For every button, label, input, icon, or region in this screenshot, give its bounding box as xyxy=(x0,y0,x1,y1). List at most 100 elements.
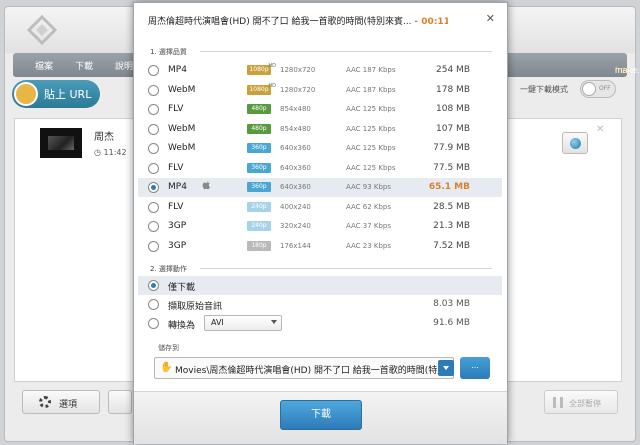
resolution-label: 640x360 xyxy=(280,183,311,191)
action-extract-audio[interactable]: 擷取原始音訊 8.03 MB xyxy=(138,295,502,314)
menu-download[interactable]: 下載 xyxy=(75,59,93,72)
action-download-only[interactable]: 僅下載 xyxy=(138,276,502,295)
audio-label: AAC 125 Kbps xyxy=(346,105,396,113)
format-label: FLV xyxy=(168,104,184,114)
quality-row[interactable]: FLV 480p 854x480 AAC 125 Kbps 108 MB xyxy=(138,100,502,119)
quality-badge: 360p xyxy=(247,162,271,173)
size-label: 21.3 MB xyxy=(433,221,470,231)
size-label: 107 MB xyxy=(436,123,470,134)
resolution-label: 854x480 xyxy=(280,124,311,133)
size-label: 65.1 MB xyxy=(428,182,470,192)
queue-item-title: 周杰 xyxy=(94,132,114,143)
format-label: WebM xyxy=(168,84,196,95)
radio-button[interactable] xyxy=(148,143,159,154)
resolution-label: 400x240 xyxy=(280,202,311,211)
dialog-title: 周杰倫超時代演唱會(HD) 開不了口 給我一首歌的時間(特別來賓... - 00… xyxy=(148,14,448,27)
one-click-mode-label: 一鍵下載模式 xyxy=(520,85,568,94)
pause-all-button[interactable]: 全部暫停 xyxy=(544,390,618,414)
radio-button[interactable] xyxy=(148,201,159,213)
radio-button[interactable] xyxy=(148,221,159,232)
resolution-label: 854x480 xyxy=(280,105,311,113)
save-path-dropdown-button[interactable] xyxy=(438,360,454,376)
quality-badge: 360p xyxy=(247,182,271,192)
audio-label: AAC 125 Kbps xyxy=(346,144,396,152)
resolution-label: 640x360 xyxy=(280,163,311,172)
section-divider xyxy=(200,51,492,52)
size-label: 28.5 MB xyxy=(433,201,470,212)
audio-label: AAC 125 Kbps xyxy=(346,124,396,133)
quality-badge: 1080p HD xyxy=(247,83,276,95)
radio-button[interactable] xyxy=(148,182,159,193)
save-to-label: 儲存到 xyxy=(158,344,179,352)
radio-button[interactable] xyxy=(148,299,159,310)
action-section-heading: 2. 選擇動作 xyxy=(150,265,187,273)
apple-icon xyxy=(202,180,211,193)
toggle-knob xyxy=(582,82,596,96)
toolbar-button[interactable] xyxy=(108,390,132,414)
quality-badge: 1080p HD xyxy=(247,63,276,75)
radio-button[interactable] xyxy=(148,280,159,291)
hand-icon: ✋ xyxy=(160,362,173,373)
quality-row[interactable]: WebM 1080p HD 1280x720 AAC 187 Kbps 178 MB xyxy=(138,81,502,100)
pause-icon xyxy=(553,397,563,408)
radio-button[interactable] xyxy=(148,240,159,252)
quality-row[interactable]: 3GP 240p 320x240 AAC 37 Kbps 21.3 MB xyxy=(138,217,502,236)
quality-row[interactable]: MP4 360p 640x360 AAC 93 Kbps 65.1 MB xyxy=(138,178,502,197)
hd-badge: HD xyxy=(268,82,276,89)
close-icon[interactable]: ✕ xyxy=(486,12,495,25)
audio-label: AAC 37 Kbps xyxy=(346,222,392,230)
format-label: WebM xyxy=(168,123,196,134)
quality-row[interactable]: 3GP 180p 176x144 AAC 23 Kbps 7.52 MB xyxy=(138,237,502,256)
video-duration: - 00:11:42 xyxy=(414,17,448,27)
resolution-label: 1280x720 xyxy=(280,66,316,74)
size-label: 77.9 MB xyxy=(433,143,470,153)
paste-icon xyxy=(14,82,38,106)
radio-button[interactable] xyxy=(148,84,159,96)
menu-file[interactable]: 檔案 xyxy=(35,59,53,72)
format-label: MP4 xyxy=(168,65,187,75)
radio-button[interactable] xyxy=(148,104,159,115)
radio-button[interactable] xyxy=(148,123,159,135)
quality-section-heading: 1. 選擇品質 xyxy=(150,48,187,56)
quality-badge: 360p xyxy=(247,143,271,153)
convert-format-select[interactable]: AVI xyxy=(204,315,282,331)
format-label: FLV xyxy=(168,201,184,212)
format-label: 3GP xyxy=(168,240,187,251)
size-label: 77.5 MB xyxy=(433,162,470,173)
audio-label: AAC 23 Kbps xyxy=(346,241,392,250)
action-convert[interactable]: 轉換為 AVI 91.6 MB xyxy=(138,314,502,333)
quality-row[interactable]: MP4 1080p HD 1280x720 AAC 187 Kbps 254 MB xyxy=(138,61,502,80)
quality-row[interactable]: WebM 360p 640x360 AAC 125 Kbps 77.9 MB xyxy=(138,139,502,158)
download-button[interactable]: 下載 xyxy=(280,400,362,430)
one-click-toggle[interactable]: OFF xyxy=(580,80,616,98)
audio-label: AAC 93 Kbps xyxy=(346,183,392,191)
size-label: 178 MB xyxy=(436,84,470,95)
quality-row[interactable]: WebM 480p 854x480 AAC 125 Kbps 107 MB xyxy=(138,120,502,139)
format-label: 3GP xyxy=(168,221,187,231)
chevron-down-icon xyxy=(271,320,277,324)
resolution-label: 320x240 xyxy=(280,222,311,230)
menu-help[interactable]: 說明 xyxy=(115,59,133,72)
quality-row[interactable]: FLV 360p 640x360 AAC 125 Kbps 77.5 MB xyxy=(138,159,502,178)
audio-label: AAC 62 Kbps xyxy=(346,202,392,211)
quality-badge: 240p xyxy=(247,221,271,231)
size-label: 108 MB xyxy=(436,104,470,114)
radio-button[interactable] xyxy=(148,162,159,174)
browse-button[interactable]: ... xyxy=(460,357,490,379)
radio-button[interactable] xyxy=(148,65,159,76)
quality-badge: 240p xyxy=(247,201,271,212)
section-divider xyxy=(200,268,492,269)
queue-close-icon[interactable]: ✕ xyxy=(596,124,604,135)
format-label: MP4 xyxy=(168,182,187,192)
format-label: WebM xyxy=(168,143,196,153)
radio-button[interactable] xyxy=(148,318,159,329)
format-label: FLV xyxy=(168,162,184,173)
paste-url-button[interactable]: 貼上 URL xyxy=(12,80,100,108)
options-button[interactable]: 選項 xyxy=(22,390,100,414)
queue-item-time: ◷ 11:42 xyxy=(94,148,127,157)
download-dialog: 周杰倫超時代演唱會(HD) 開不了口 給我一首歌的時間(特別來賓... - 00… xyxy=(133,2,508,444)
save-path-field[interactable]: ✋ Movies\周杰倫超時代演唱會(HD) 開不了口 給我一首歌的時間(特別來… xyxy=(154,357,454,379)
size-label: 7.52 MB xyxy=(433,240,470,251)
globe-icon[interactable] xyxy=(562,132,588,154)
quality-row[interactable]: FLV 240p 400x240 AAC 62 Kbps 28.5 MB xyxy=(138,198,502,217)
